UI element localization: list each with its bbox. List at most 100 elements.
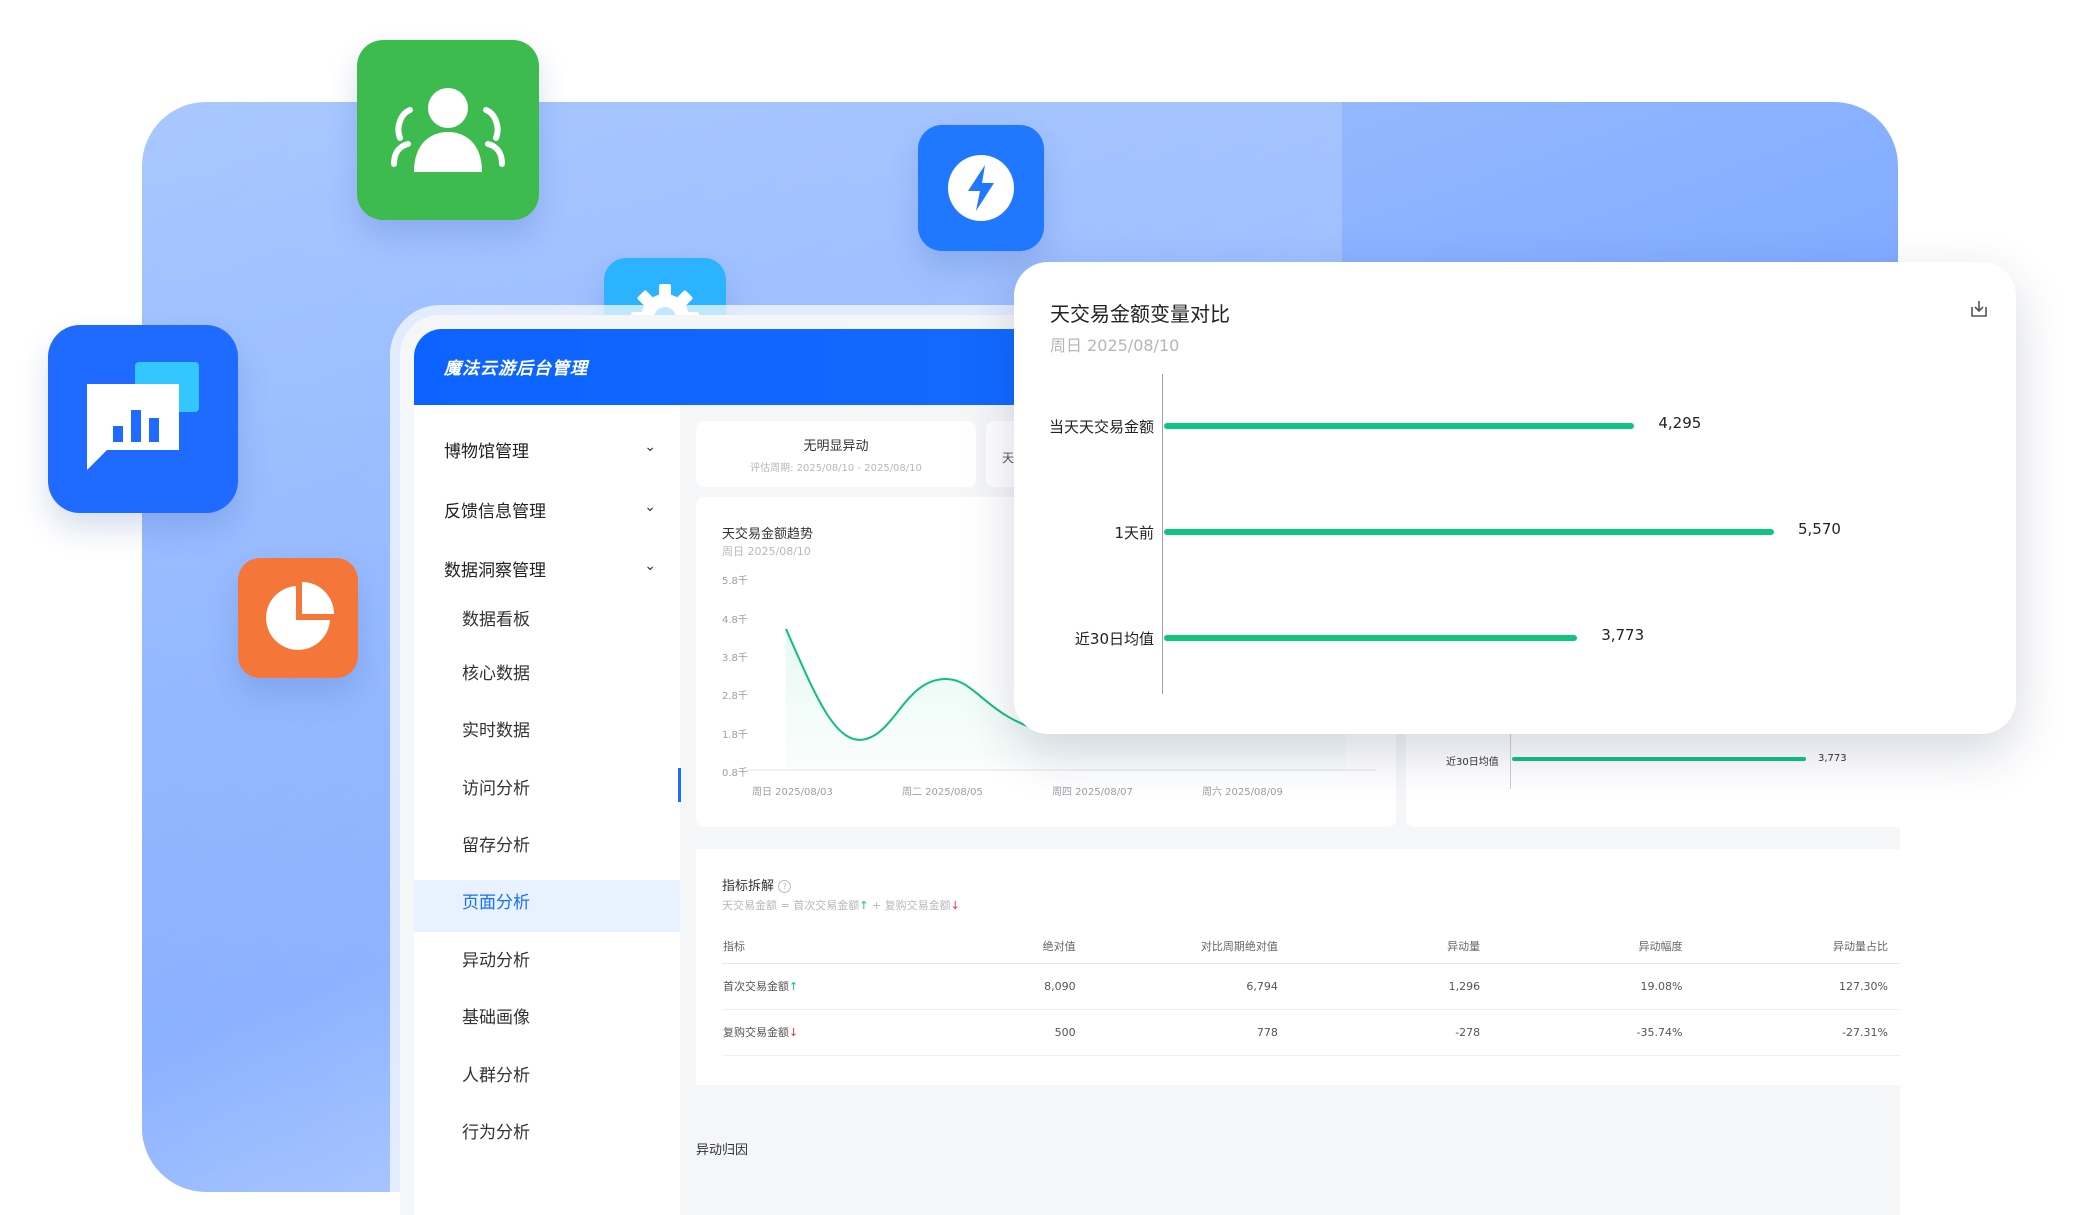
sidebar-group-feedback[interactable]: 反馈信息管理 ⌄ [444,497,664,522]
users-icon [391,88,505,172]
compare-row-value: 3,773 [1818,753,1847,764]
bar[interactable] [1164,635,1578,641]
bar-value-label: 4,295 [1658,414,1702,432]
sidebar-item-behavior[interactable]: 行为分析 [462,1118,530,1143]
sidebar-item-core-data[interactable]: 核心数据 [462,659,530,684]
arrow-up-icon: ↑ [789,980,799,993]
formula-plus: + [871,899,882,912]
y-tick: 5.8千 [722,576,748,587]
bolt-app-icon [918,125,1044,251]
table-header-row: 指标 绝对值 对比周期绝对值 异动量 异动幅度 异动量占比 [722,929,1900,963]
help-circle-icon[interactable]: ? [778,880,792,893]
y-tick: 0.8千 [722,768,748,779]
metric-name: 复购交易金额 [723,1026,789,1039]
trend-title: 天交易金额趋势 [722,527,814,542]
formula-lhs: 天交易金额 [722,899,777,912]
sidebar-group-label: 博物馆管理 [444,442,529,462]
table-cell: 1,296 [1448,979,1481,993]
sidebar-group-museum[interactable]: 博物馆管理 ⌄ [444,437,664,462]
bar-category-label: 近30日均值 [1074,630,1154,648]
anomaly-attribution-title: 异动归因 [696,1143,749,1158]
table-header: 异动量 [1447,939,1481,953]
lightning-icon [948,155,1014,221]
bar-value-label: 5,570 [1798,520,1841,538]
compare-chart-card: 天交易金额变量对比 周日 2025/08/10 当天天交易金额 4,295 1天前 5… [1014,262,2016,734]
sidebar-item-page-analysis[interactable]: 页面分析 [462,888,530,913]
sidebar-item-anomaly[interactable]: 异动分析 [462,946,530,971]
arrow-up-icon: ↑ [859,899,869,912]
formula-term-first: 首次交易金额 [793,899,860,912]
compare-row-bar [1512,757,1806,761]
formula-equals: = [780,899,790,912]
x-tick: 周六 2025/08/09 [1202,787,1283,798]
table-header: 异动幅度 [1638,939,1683,953]
chevron-down-icon: ⌄ [644,499,656,515]
sidebar-group-insight[interactable]: 数据洞察管理 ⌄ [444,556,664,581]
status-title: 无明显异动 [803,439,869,454]
metrics-title: 指标拆解 ? [722,875,792,894]
metrics-card: 指标拆解 ? 天交易金额 = 首次交易金额↑ + 复购交易金额↓ 指标 绝对值 … [696,849,1900,1085]
table-cell: 6,794 [1246,979,1278,993]
compare-row-label: 近30日均值 [1446,757,1499,768]
bar-category-label: 当天天交易金额 [1048,418,1154,436]
table-row[interactable]: 复购交易金额↓ 500 778 -278 -35.74% -27.31% [722,1009,1900,1055]
sidebar-group-label: 反馈信息管理 [444,502,546,522]
bar-category-label: 1天前 [1114,524,1154,542]
x-tick: 周日 2025/08/03 [752,787,833,798]
trend-subtitle: 周日 2025/08/10 [722,545,811,558]
table-cell: -35.74% [1636,1025,1683,1039]
sidebar-item-visit-analysis[interactable]: 访问分析 [462,774,530,799]
y-tick: 2.8千 [722,691,748,702]
sidebar-item-profile[interactable]: 基础画像 [462,1003,530,1028]
metrics-formula: 天交易金额 = 首次交易金额↑ + 复购交易金额↓ [722,897,960,913]
chevron-down-icon: ⌄ [644,439,656,455]
table-cell-name: 首次交易金额↑ [722,963,999,1009]
table-header: 绝对值 [1042,939,1076,953]
sidebar-item-realtime[interactable]: 实时数据 [462,716,530,741]
table-cell: 500 [1054,1025,1076,1039]
x-tick: 周四 2025/08/07 [1052,787,1133,798]
sidebar-item-crowd[interactable]: 人群分析 [462,1061,530,1086]
x-tick: 周二 2025/08/05 [902,787,983,798]
table-cell: 8,090 [1044,979,1076,993]
table-header: 指标 [723,939,745,953]
sidebar-item-dashboard[interactable]: 数据看板 [462,605,530,630]
bar[interactable] [1164,529,1774,535]
metric-name: 首次交易金额 [723,980,789,993]
sidebar-active-highlight [414,880,680,932]
status-period: 评估周期: 2025/08/10 - 2025/08/10 [750,463,922,474]
sidebar-scroll-indicator [678,768,681,802]
chat-chart-icon [87,362,199,470]
download-icon[interactable] [1968,298,1990,320]
status-card[interactable]: 无明显异动 评估周期: 2025/08/10 - 2025/08/10 [696,421,976,487]
compare-chart-subtitle: 周日 2025/08/10 [1050,336,1180,355]
table-cell: -27.31% [1842,1025,1888,1039]
y-tick: 4.8千 [722,615,748,626]
chevron-down-icon: ⌄ [644,558,656,574]
compare-chart-title: 天交易金额变量对比 [1050,302,1230,326]
metrics-table: 指标 绝对值 对比周期绝对值 异动量 异动幅度 异动量占比 首次交易金额↑ 8,… [722,929,1900,1056]
table-cell-name: 复购交易金额↓ [722,1009,999,1055]
bar-value-label: 3,773 [1601,626,1645,644]
compare-chart-axis [1162,374,1163,694]
sidebar-item-retention[interactable]: 留存分析 [462,831,530,856]
status-card-next-label: 天 [1002,451,1015,465]
arrow-down-icon: ↓ [789,1026,799,1039]
table-row[interactable]: 首次交易金额↑ 8,090 6,794 1,296 19.08% 127.30% [722,963,1900,1009]
y-tick: 3.8千 [722,653,748,664]
chat-chart-app-icon [48,325,238,513]
arrow-down-icon: ↓ [950,899,960,912]
metrics-title-text: 指标拆解 [722,879,775,894]
bar[interactable] [1164,423,1635,429]
table-cell: -278 [1455,1025,1481,1039]
table-header: 对比周期绝对值 [1200,939,1278,953]
y-tick: 1.8千 [722,730,748,741]
table-cell: 778 [1256,1025,1278,1039]
table-cell: 19.08% [1640,979,1683,993]
table-header: 异动量占比 [1833,939,1888,953]
formula-term-repeat: 复购交易金额 [884,899,951,912]
sidebar-group-label: 数据洞察管理 [444,561,546,581]
table-cell: 127.30% [1839,979,1888,993]
sidebar: 博物馆管理 ⌄ 反馈信息管理 ⌄ 数据洞察管理 ⌄ 数据看板 核心数据 实时数据… [414,405,680,1215]
app-title: 魔法云游后台管理 [444,359,588,379]
